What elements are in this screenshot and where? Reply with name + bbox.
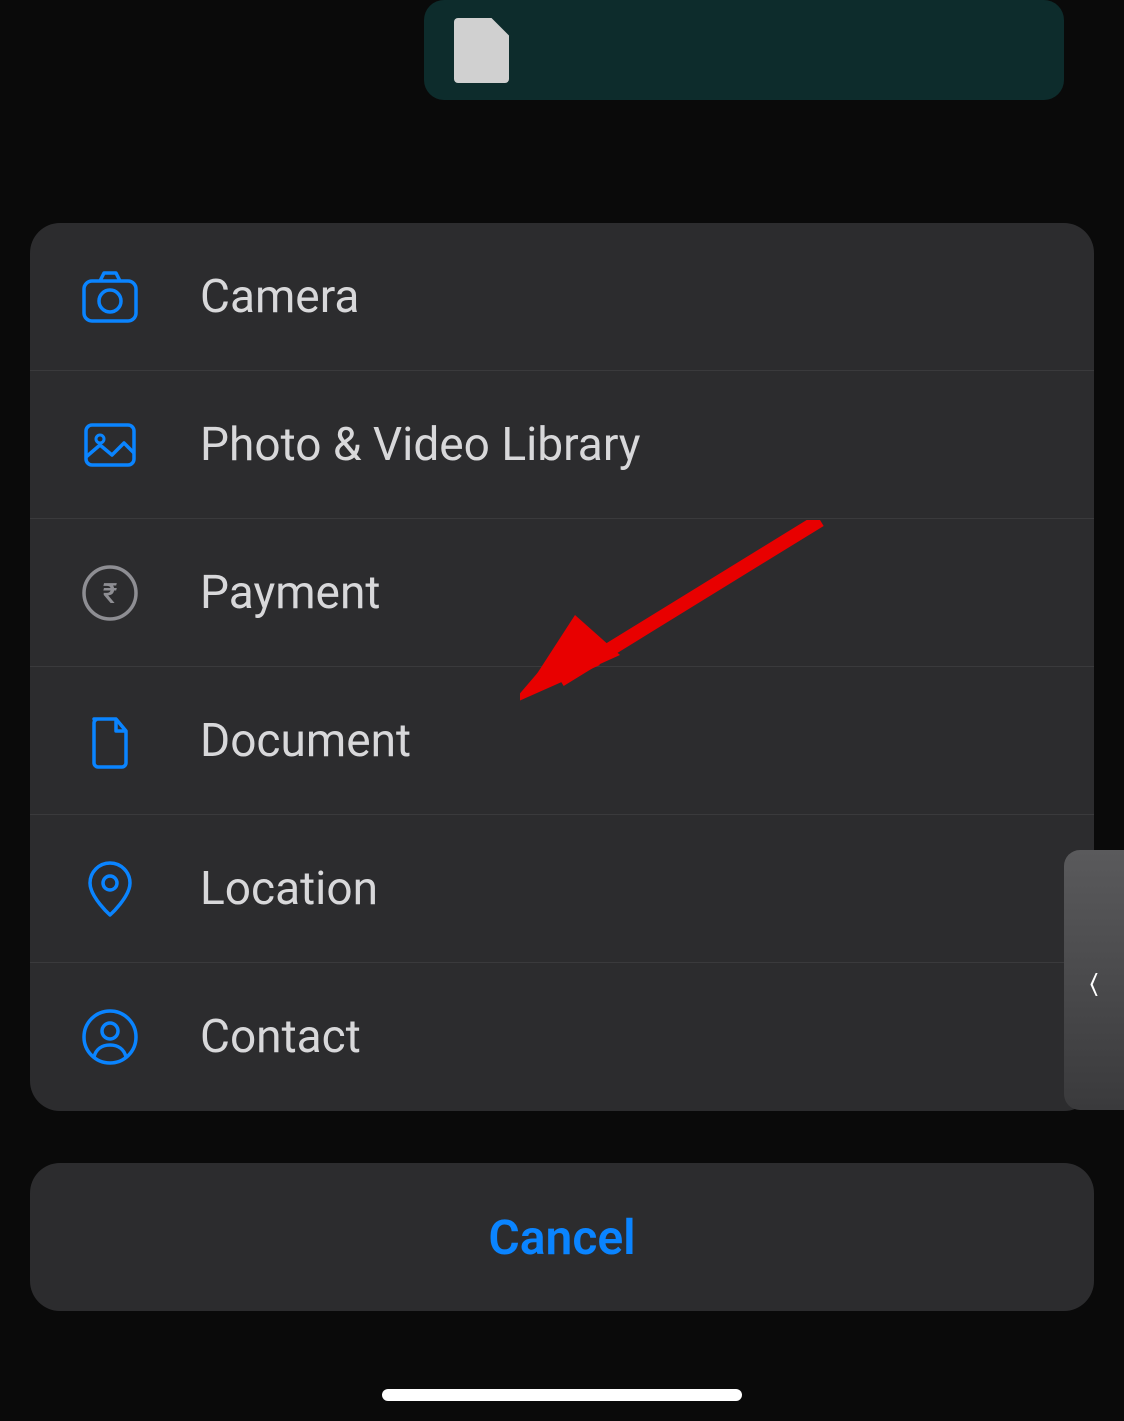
menu-label: Payment xyxy=(200,566,380,620)
cancel-label: Cancel xyxy=(488,1209,635,1266)
side-tab[interactable]: ‹ xyxy=(1064,850,1124,1110)
menu-item-location[interactable]: Location xyxy=(30,815,1094,963)
photo-icon xyxy=(80,415,140,475)
file-icon xyxy=(454,18,509,83)
chat-message-bubble xyxy=(424,0,1064,100)
menu-item-photo-video[interactable]: Photo & Video Library xyxy=(30,371,1094,519)
payment-icon: ₹ xyxy=(80,563,140,623)
menu-label: Document xyxy=(200,714,411,768)
menu-label: Photo & Video Library xyxy=(200,418,641,472)
menu-label: Location xyxy=(200,862,378,916)
menu-item-document[interactable]: Document xyxy=(30,667,1094,815)
menu-item-payment[interactable]: ₹ Payment xyxy=(30,519,1094,667)
menu-label: Contact xyxy=(200,1010,361,1064)
camera-icon xyxy=(80,267,140,327)
home-indicator[interactable] xyxy=(382,1389,742,1401)
menu-item-camera[interactable]: Camera xyxy=(30,223,1094,371)
menu-label: Camera xyxy=(200,270,359,324)
menu-item-contact[interactable]: Contact xyxy=(30,963,1094,1111)
svg-text:₹: ₹ xyxy=(103,577,118,610)
attachment-action-sheet: Camera Photo & Video Library ₹ Payment xyxy=(30,223,1094,1111)
contact-icon xyxy=(80,1007,140,1067)
document-icon xyxy=(80,711,140,771)
chevron-left-icon: ‹ xyxy=(1089,945,1100,1016)
cancel-button[interactable]: Cancel xyxy=(30,1163,1094,1311)
location-icon xyxy=(80,859,140,919)
